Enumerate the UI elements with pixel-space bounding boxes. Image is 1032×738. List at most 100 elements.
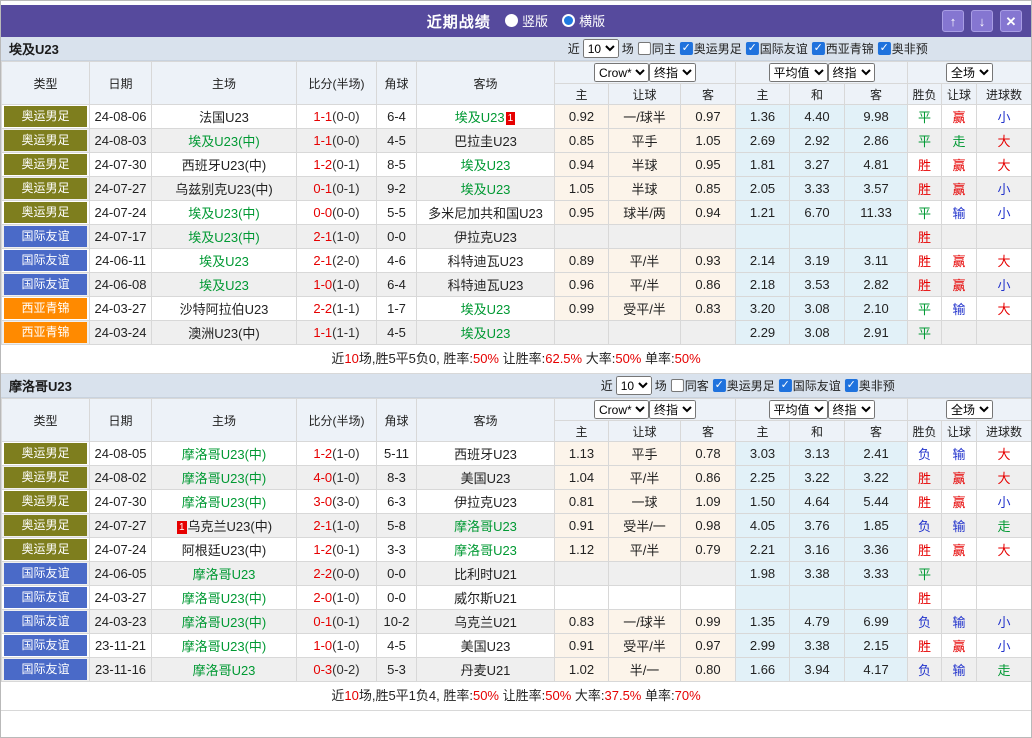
checkbox-checked-icon[interactable]: ✓: [811, 42, 825, 55]
home-team: 摩洛哥U23(中): [151, 585, 297, 610]
same-venue-label: 同客: [684, 379, 709, 393]
avg-home-odds: 2.05: [735, 176, 791, 201]
away-team: 摩洛哥U23: [416, 537, 555, 562]
handicap-away-odds: 0.85: [679, 176, 737, 201]
corner-count: 0-0: [376, 585, 417, 610]
avg-home-odds: 1.50: [735, 489, 791, 514]
close-button[interactable]: ✕: [1000, 10, 1022, 32]
match-date: 24-07-24: [89, 537, 152, 562]
match-row: 西亚青锦 24-03-24 澳洲U23(中) 1-1(1-1) 4-5 埃及U23 2.29…: [1, 320, 1031, 345]
avg-home-odds: 2.99: [735, 633, 791, 658]
competition-filter[interactable]: ✓ 奥非预: [874, 40, 928, 57]
competition-label: 奥运男足: [693, 42, 742, 56]
away-team: 科特迪瓦U23: [416, 248, 555, 273]
avg-odds-selects: 平均值 终指: [735, 398, 909, 421]
same-venue-checkbox[interactable]: [637, 42, 651, 55]
checkbox-checked-icon[interactable]: ✓: [844, 379, 858, 392]
handicap-line: 平/半: [608, 537, 681, 562]
final-odds-select-2[interactable]: 终指: [827, 400, 875, 419]
halftime-score: (0-0): [332, 133, 360, 148]
layout-radio-vertical[interactable]: 竖版: [504, 11, 548, 30]
halftime-score: (0-1): [332, 181, 360, 196]
summary-text: 让胜率:: [499, 351, 546, 366]
fulltime-select-cell: 全场: [907, 61, 1031, 84]
competition-filter[interactable]: ✓ 奥非预: [841, 377, 895, 394]
match-type-badge: 西亚青锦: [4, 298, 87, 319]
col-goals: 进球数: [976, 420, 1031, 442]
match-date: 24-08-05: [89, 441, 152, 466]
checkbox-checked-icon[interactable]: ✓: [778, 379, 792, 392]
away-team-name: 伊拉克U23: [454, 230, 517, 245]
bookmaker-select[interactable]: Crow*: [594, 400, 649, 419]
avg-home-odds: 1.21: [735, 200, 791, 225]
checkbox-checked-icon[interactable]: ✓: [745, 42, 759, 55]
fulltime-select[interactable]: 全场: [946, 63, 994, 82]
move-down-button[interactable]: ↓: [971, 10, 993, 32]
col-result: 胜负: [907, 83, 943, 105]
checkbox-checked-icon[interactable]: ✓: [679, 42, 693, 55]
match-date: 24-06-08: [89, 272, 152, 297]
handicap-line: 半/一: [608, 657, 681, 682]
result-winloss: 胜: [907, 585, 943, 610]
fulltime-score: 2-2: [313, 301, 333, 316]
handicap-away-odds: [679, 561, 737, 586]
competition-label: 西亚青锦: [825, 42, 874, 56]
radio-checked-icon[interactable]: [562, 13, 576, 27]
competition-filter[interactable]: ✓ 奥运男足: [676, 40, 742, 57]
same-venue-checkbox[interactable]: [670, 379, 684, 392]
fulltime-score: 0-1: [313, 181, 333, 196]
result-goals: 小: [976, 200, 1031, 225]
col-hcap-away: 客: [679, 420, 737, 442]
summary-text: 大率:: [582, 351, 616, 366]
average-select[interactable]: 平均值: [768, 63, 828, 82]
competition-filter[interactable]: ✓ 西亚青锦: [808, 40, 874, 57]
layout-radio-horizontal[interactable]: 横版: [562, 11, 605, 30]
match-date: 23-11-16: [89, 657, 152, 682]
avg-draw-odds: 4.79: [789, 609, 846, 634]
away-team-name: 埃及U23: [460, 182, 511, 197]
match-row: 奥运男足 24-08-06 法国U23 1-1(0-0) 6-4 埃及U23 1 0.92 一/…: [1, 104, 1031, 129]
titlebar-buttons: ↑ ↓ ✕: [942, 10, 1031, 32]
handicap-away-odds: 0.83: [679, 296, 737, 321]
fulltime-select-cell: 全场: [907, 398, 1031, 421]
avg-home-odds: [735, 585, 791, 610]
corner-count: 4-6: [376, 248, 417, 273]
match-count-select[interactable]: 10: [582, 39, 619, 58]
checkbox-checked-icon[interactable]: ✓: [877, 42, 891, 55]
fulltime-select[interactable]: 全场: [946, 400, 994, 419]
away-team-name: 丹麦U21: [460, 663, 511, 678]
result-handicap: 输: [941, 657, 978, 682]
match-date: 24-03-23: [89, 609, 152, 634]
match-type-cell: 奥运男足: [1, 176, 90, 201]
final-odds-select-2[interactable]: 终指: [827, 63, 875, 82]
handicap-line: 半球: [608, 176, 681, 201]
games-label: 场: [621, 42, 634, 56]
average-select[interactable]: 平均值: [768, 400, 828, 419]
radio-unchecked-icon[interactable]: [504, 13, 518, 27]
result-winloss: 负: [907, 441, 943, 466]
summary-text: 让胜率:: [499, 688, 546, 703]
match-type-cell: 奥运男足: [1, 489, 90, 514]
match-count-select[interactable]: 10: [615, 376, 652, 395]
summary-text: 单率:: [641, 688, 675, 703]
final-odds-select[interactable]: 终指: [649, 400, 696, 419]
competition-filter[interactable]: ✓ 奥运男足: [709, 377, 775, 394]
competition-filter[interactable]: ✓ 国际友谊: [775, 377, 841, 394]
match-row: 奥运男足 24-08-02 摩洛哥U23(中) 4-0(1-0) 8-3 美国U23 1.0…: [1, 465, 1031, 490]
away-team-name: 乌克兰U21: [454, 615, 517, 630]
checkbox-checked-icon[interactable]: ✓: [712, 379, 726, 392]
halftime-score: (0-1): [332, 542, 360, 557]
home-team-name: 澳洲U23(中): [188, 326, 260, 341]
result-winloss: 平: [907, 200, 943, 225]
competition-filter[interactable]: ✓ 国际友谊: [742, 40, 808, 57]
match-type-cell: 国际友谊: [1, 561, 90, 586]
move-up-button[interactable]: ↑: [942, 10, 964, 32]
match-type-badge: 奥运男足: [4, 178, 87, 199]
handicap-line: 球半/两: [608, 200, 681, 225]
result-handicap: [941, 224, 978, 249]
final-odds-select[interactable]: 终指: [649, 63, 696, 82]
match-type-cell: 国际友谊: [1, 585, 90, 610]
match-row: 国际友谊 24-03-27 摩洛哥U23(中) 2-0(1-0) 0-0 威尔斯U21 胜: [1, 585, 1031, 610]
bookmaker-select[interactable]: Crow*: [594, 63, 649, 82]
handicap-home-odds: [554, 561, 609, 586]
